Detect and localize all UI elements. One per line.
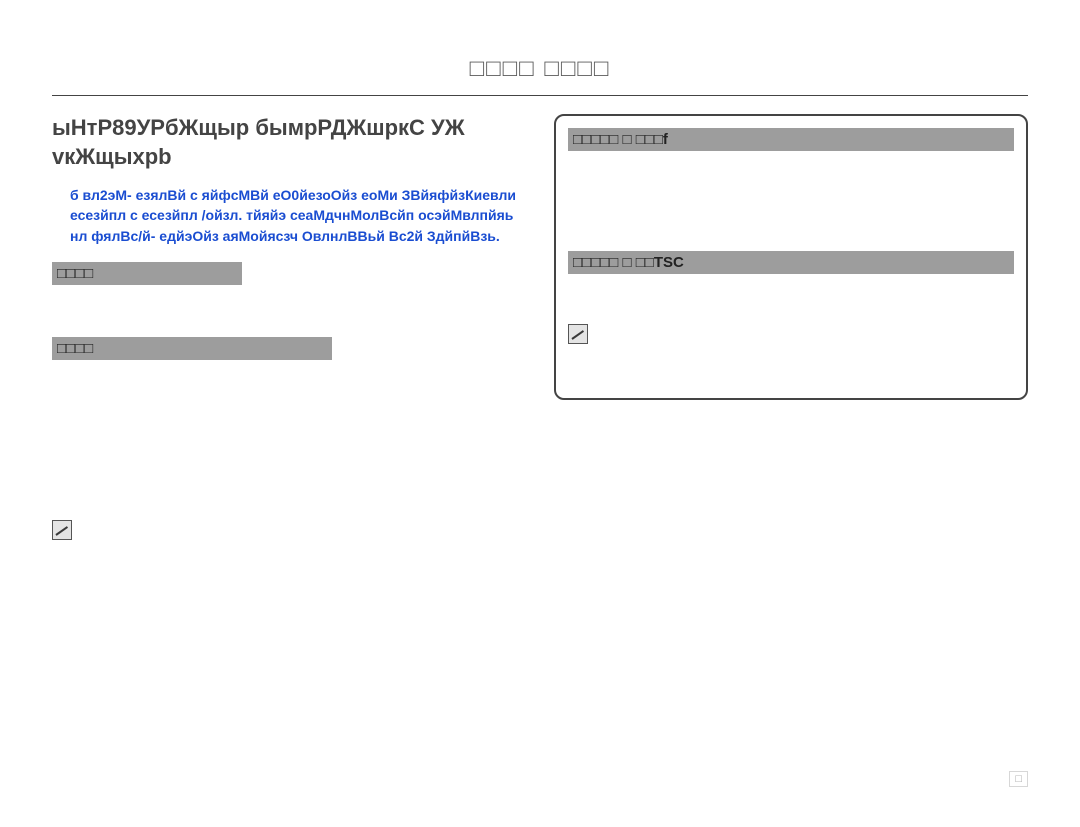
panel-note-row (568, 324, 1014, 344)
left-section-bar-1: □□□□ (52, 262, 242, 285)
page-number: □ (1009, 771, 1028, 787)
page: □□□□ □□□□ ыНтР89УРбЖщыр бымрРДЖшркС УЖ v… (0, 0, 1080, 827)
two-column-layout: ыНтР89УРбЖщыр бымрРДЖшркС УЖ vкЖщыхрb б … (52, 114, 1028, 540)
title-rule (52, 95, 1028, 96)
page-heading: ыНтР89УРбЖщыр бымрРДЖшркС УЖ vкЖщыхрb (52, 114, 526, 171)
left-column: ыНтР89УРбЖщыр бымрРДЖшркС УЖ vкЖщыхрb б … (52, 114, 526, 540)
blue-callout: б вл2эМ- езялВй с яйфсМВй еО0йезоОйз еоМ… (52, 185, 526, 246)
panel-bar-1: □□□□□ □ □□□f (568, 128, 1014, 151)
section-title: □□□□ □□□□ (52, 55, 1028, 83)
pencil-note-icon (568, 324, 588, 344)
right-panel: □□□□□ □ □□□f □□□□□ □ □□TSC (554, 114, 1028, 400)
panel-bar-2: □□□□□ □ □□TSC (568, 251, 1014, 274)
right-column: □□□□□ □ □□□f □□□□□ □ □□TSC (554, 114, 1028, 400)
left-section-bar-2: □□□□ (52, 337, 332, 360)
left-note-block (52, 520, 526, 540)
pencil-note-icon (52, 520, 72, 540)
